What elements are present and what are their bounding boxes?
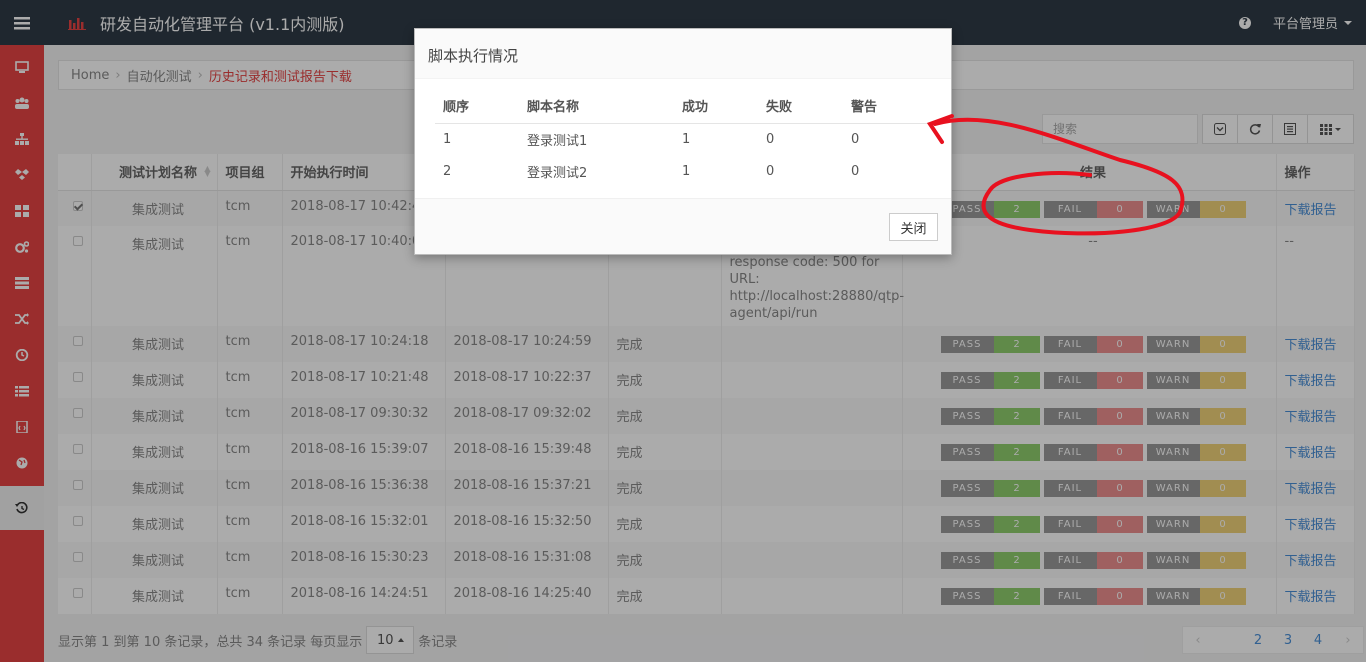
modal-body: 顺序 脚本名称 成功 失败 警告 1 登录测试1 1 0 0 2 登录测试2 1 bbox=[415, 79, 951, 187]
script-name: 登录测试1 bbox=[527, 133, 588, 149]
script-seq: 2 bbox=[443, 163, 452, 179]
script-success: 1 bbox=[682, 131, 691, 147]
mcol-warn: 警告 bbox=[843, 89, 931, 124]
modal-footer: 关闭 bbox=[415, 198, 951, 254]
mcol-name: 脚本名称 bbox=[519, 89, 674, 124]
script-success: 1 bbox=[682, 163, 691, 179]
mcol-seq: 顺序 bbox=[435, 89, 519, 124]
close-button[interactable]: 关闭 bbox=[889, 213, 938, 241]
script-row: 2 登录测试2 1 0 0 bbox=[435, 155, 931, 187]
script-warn: 0 bbox=[851, 163, 860, 179]
script-row: 1 登录测试1 1 0 0 bbox=[435, 123, 931, 155]
mcol-fail: 失败 bbox=[758, 89, 843, 124]
script-seq: 1 bbox=[443, 131, 452, 147]
script-name: 登录测试2 bbox=[527, 165, 588, 181]
modal-title: 脚本执行情况 bbox=[415, 29, 951, 79]
mcol-success: 成功 bbox=[674, 89, 758, 124]
script-execution-modal: 脚本执行情况 顺序 脚本名称 成功 失败 警告 1 登录测试1 1 0 0 2 … bbox=[414, 28, 952, 255]
script-fail: 0 bbox=[766, 131, 775, 147]
script-warn: 0 bbox=[851, 131, 860, 147]
script-fail: 0 bbox=[766, 163, 775, 179]
script-table: 顺序 脚本名称 成功 失败 警告 1 登录测试1 1 0 0 2 登录测试2 1 bbox=[435, 89, 931, 187]
